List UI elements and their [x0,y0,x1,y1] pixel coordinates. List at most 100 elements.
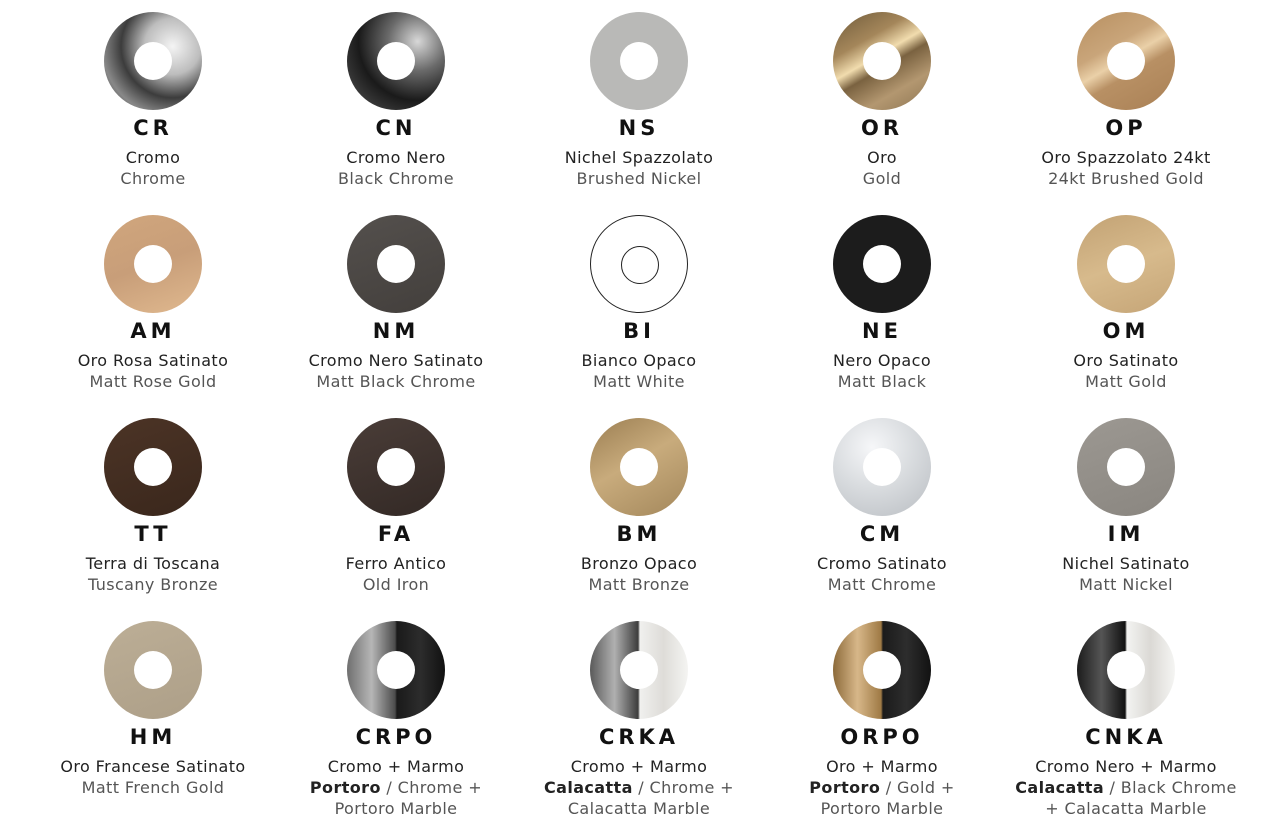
finish-code: OR [860,116,904,140]
finish-name-line2: / Chrome + [380,778,483,797]
finish-name-en: Matt Black Chrome [316,372,476,391]
finish-name: Cromo Nero Satinato Matt Black Chrome [271,350,521,392]
finish-swatch [590,621,688,719]
finish-swatch [104,12,202,110]
finish-code: BI [623,319,655,343]
finish-name: Cromo Satinato Matt Chrome [757,553,1007,595]
finish-swatch [833,418,931,516]
finish-name-it: Cromo Satinato [817,554,947,573]
finish-name: Cromo Nero Black Chrome [271,147,521,189]
finish-name: Nichel Spazzolato Brushed Nickel [514,147,764,189]
finish-swatch [104,215,202,313]
finish-code: NE [862,319,902,343]
finish-name-marble: Portoro [309,778,381,797]
finish-code: ORPO [840,725,924,749]
finish-name-en: Old Iron [362,575,430,594]
finish-name-en: Matt Nickel [1079,575,1173,594]
finish-name-it: Bianco Opaco [581,351,697,370]
finish-name-it: Oro [867,148,897,167]
finish-name: Bianco Opaco Matt White [514,350,764,392]
finish-code: AM [130,319,176,343]
finish-name: Oro Francese Satinato Matt French Gold [28,756,278,798]
finish-name-it: Ferro Antico [345,554,447,573]
finish-name-line2: / Chrome + [632,778,734,797]
finish-name: Cromo + Marmo Portoro / Chrome + Portoro… [271,756,521,819]
finish-swatch [347,215,445,313]
finish-name: Bronzo Opaco Matt Bronze [514,553,764,595]
finish-name-line3: Calacatta Marble [567,799,711,818]
finish-code: HM [129,725,177,749]
finish-code: IM [1107,522,1145,546]
finish-name-en: Matt Rose Gold [89,372,217,391]
finish-swatch [104,418,202,516]
finish-swatch [104,621,202,719]
finish-name-it: Nichel Satinato [1062,554,1190,573]
finish-swatch [1077,215,1175,313]
finish-name-en: Brushed Nickel [576,169,702,188]
finish-code: OM [1102,319,1150,343]
finish-name: Oro Satinato Matt Gold [1001,350,1251,392]
finish-swatch [347,12,445,110]
finish-name-it: Oro Satinato [1073,351,1179,370]
finish-name-marble: Portoro [809,778,881,797]
finish-name-line1: Cromo + Marmo [570,757,708,776]
finish-name-line2: / Black Chrome [1104,778,1237,797]
finish-name-line1: Cromo + Marmo [327,757,465,776]
finish-swatch [1077,621,1175,719]
finish-name-en: Black Chrome [338,169,454,188]
finish-name-line3: Portoro Marble [334,799,458,818]
finish-name-line2: / Gold + [880,778,955,797]
finish-name-en: Chrome [120,169,186,188]
finish-name-line1: Oro + Marmo [826,757,938,776]
finish-name: Terra di Toscana Tuscany Bronze [28,553,278,595]
finish-code: CNKA [1085,725,1167,749]
finish-name-line3: + Calacatta Marble [1045,799,1207,818]
finish-code: NM [372,319,420,343]
finish-name: Cromo Nero + Marmo Calacatta / Black Chr… [1001,756,1251,819]
finish-name: Nero Opaco Matt Black [757,350,1007,392]
finish-swatch [833,12,931,110]
finish-name-it: Cromo Nero [346,148,446,167]
finish-name: Oro Rosa Satinato Matt Rose Gold [28,350,278,392]
finish-name-marble: Calacatta [1015,778,1105,797]
finish-code: NS [618,116,660,140]
finish-swatch [590,215,688,313]
finish-name-en: Tuscany Bronze [87,575,219,594]
finish-name-en: Matt Gold [1085,372,1167,391]
finish-name: Oro Gold [757,147,1007,189]
finish-name-en: Gold [862,169,902,188]
finish-code: CRPO [355,725,437,749]
finish-swatch [833,215,931,313]
finish-name: Oro Spazzolato 24kt 24kt Brushed Gold [1001,147,1251,189]
finish-name-en: Matt Bronze [588,575,690,594]
finish-name-it: Oro Rosa Satinato [77,351,229,370]
finish-name-it: Terra di Toscana [85,554,221,573]
finish-swatch [347,418,445,516]
finish-code: CR [133,116,173,140]
finish-code: OP [1105,116,1147,140]
finish-swatch [1077,418,1175,516]
finish-name-marble: Calacatta [543,778,633,797]
finish-name: Oro + Marmo Portoro / Gold + Portoro Mar… [757,756,1007,819]
finish-code: CM [859,522,905,546]
finish-name-it: Nichel Spazzolato [564,148,714,167]
finish-swatch [590,418,688,516]
finish-name-it: Bronzo Opaco [580,554,698,573]
finish-code: CRKA [598,725,680,749]
finish-swatch [347,621,445,719]
finish-name-en: 24kt Brushed Gold [1048,169,1204,188]
finish-name-en: Matt White [593,372,685,391]
finish-code: BM [616,522,662,546]
finish-name-it: Cromo Nero Satinato [308,351,484,370]
finish-name: Cromo Chrome [28,147,278,189]
finish-name: Ferro Antico Old Iron [271,553,521,595]
finish-swatch [1077,12,1175,110]
finish-name: Cromo + Marmo Calacatta / Chrome + Calac… [514,756,764,819]
finish-swatch [833,621,931,719]
finish-name-en: Matt Chrome [827,575,937,594]
finish-name-line3: Portoro Marble [820,799,944,818]
finish-name-it: Nero Opaco [832,351,932,370]
finish-name-it: Oro Francese Satinato [60,757,246,776]
finish-name-en: Matt Black [837,372,927,391]
finish-grid: CR Cromo Chrome CN Cromo Nero Black Chro… [0,0,1281,821]
